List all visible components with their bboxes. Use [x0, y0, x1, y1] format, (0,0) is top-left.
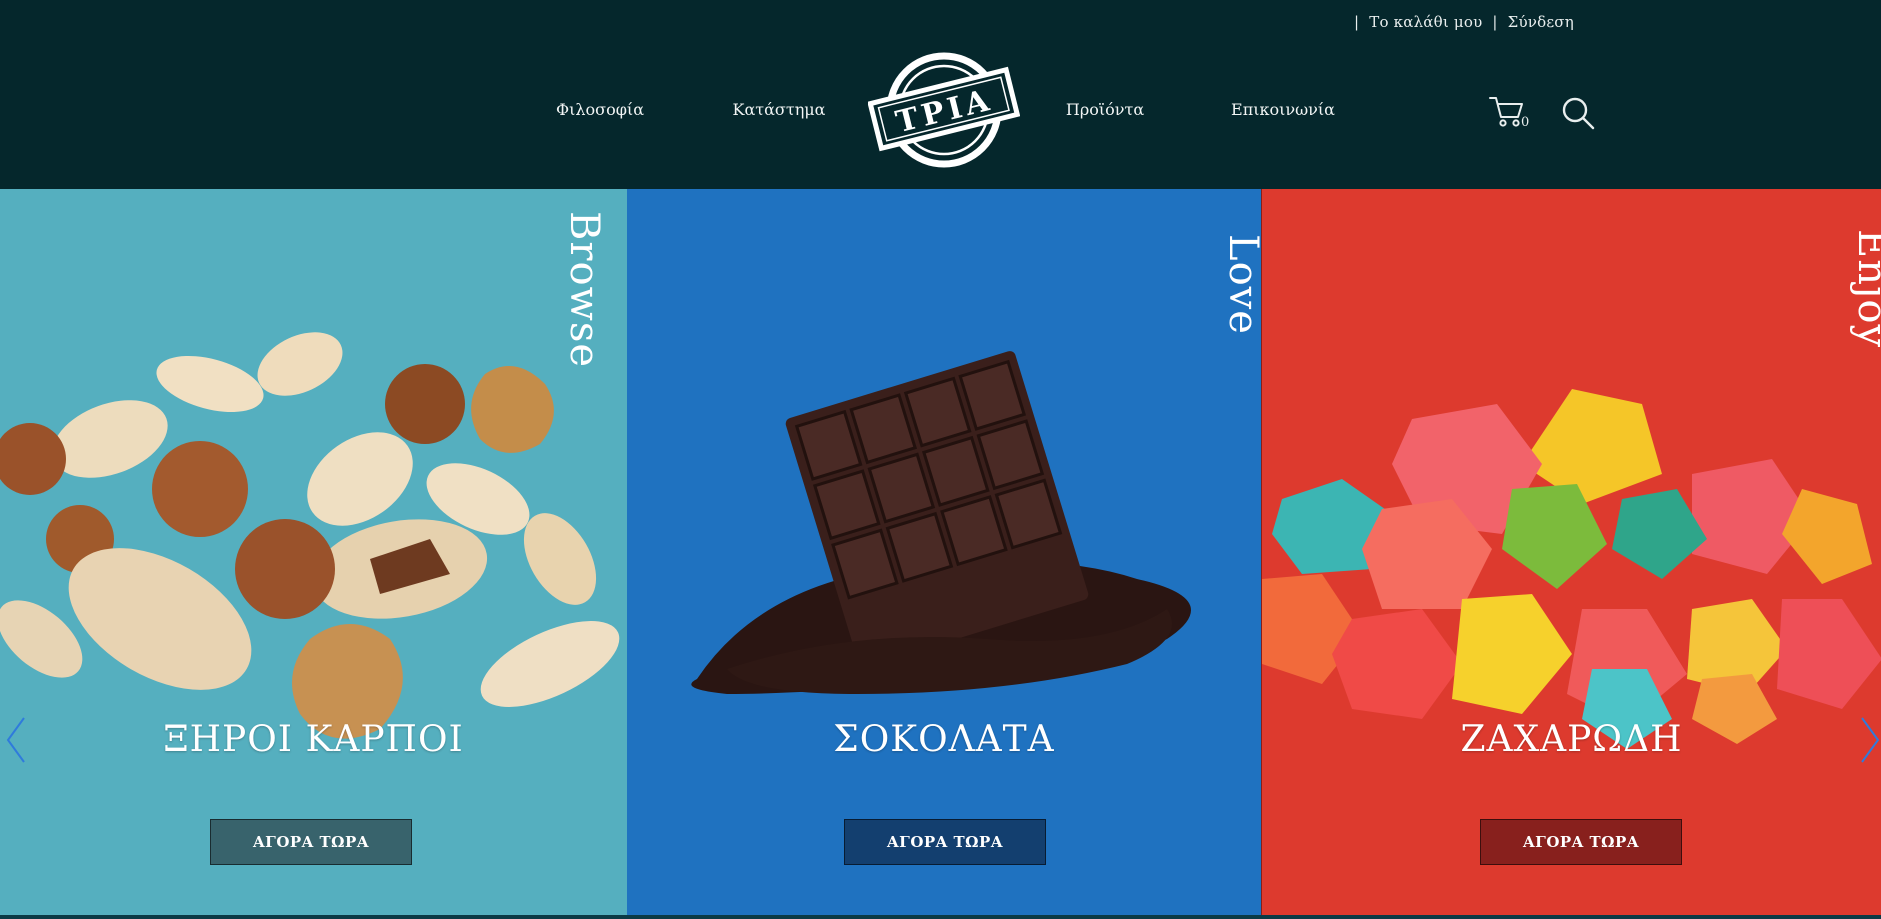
vertical-word-browse: Browse: [561, 211, 607, 369]
panel-nuts[interactable]: Browse ΞΗΡΟΙ ΚΑΡΠΟΙ ΑΓΟΡΑ ΤΩΡΑ: [0, 189, 627, 915]
nav-products[interactable]: Προϊόντα: [1066, 100, 1144, 119]
category-title: ΣΟΚΟΛΑΤΑ: [833, 719, 1055, 760]
search-icon[interactable]: [1560, 95, 1596, 131]
separator: |: [1354, 13, 1360, 31]
login-link[interactable]: Σύνδεση: [1508, 13, 1574, 31]
chevron-right-icon[interactable]: [1858, 714, 1881, 766]
buy-now-button[interactable]: ΑΓΟΡΑ ΤΩΡΑ: [844, 819, 1046, 865]
panel-candy[interactable]: Enjoy ΖΑΧΑΡΩΔΗ ΑΓΟΡΑ ΤΩΡΑ: [1261, 189, 1881, 915]
separator: |: [1492, 13, 1498, 31]
candy-image: [1262, 389, 1881, 749]
category-title: ΖΑΧΑΡΩΔΗ: [1460, 719, 1683, 760]
cart-count: 0: [1521, 115, 1530, 130]
nav-store[interactable]: Κατάστημα: [733, 100, 826, 119]
top-utility-bar: | Το καλάθι μου | Σύνδεση: [1344, 11, 1574, 33]
chocolate-image: [691, 351, 1191, 694]
tria-logo[interactable]: ΤΡΙΑ: [868, 50, 1020, 170]
my-cart-link[interactable]: Το καλάθι μου: [1369, 13, 1482, 31]
panel-chocolate[interactable]: Love ΣΟΚΟΛΑΤΑ ΑΓΟΡΑ ΤΩΡΑ: [627, 189, 1261, 915]
nav-contact[interactable]: Επικοινωνία: [1231, 100, 1335, 119]
category-panels: Browse ΞΗΡΟΙ ΚΑΡΠΟΙ ΑΓΟΡΑ ΤΩΡΑ Love ΣΟΚΟ…: [0, 189, 1881, 915]
category-title: ΞΗΡΟΙ ΚΑΡΠΟΙ: [163, 719, 464, 760]
vertical-word-love: Love: [1220, 234, 1261, 335]
buy-now-button[interactable]: ΑΓΟΡΑ ΤΩΡΑ: [1480, 819, 1682, 865]
vertical-word-enjoy: Enjoy: [1849, 229, 1881, 349]
site-header: | Το καλάθι μου | Σύνδεση Φιλοσοφία Κατά…: [0, 0, 1881, 189]
bottom-strip: [0, 915, 1881, 919]
chevron-left-icon[interactable]: [4, 714, 28, 766]
buy-now-button[interactable]: ΑΓΟΡΑ ΤΩΡΑ: [210, 819, 412, 865]
nav-philosophy[interactable]: Φιλοσοφία: [556, 100, 644, 119]
